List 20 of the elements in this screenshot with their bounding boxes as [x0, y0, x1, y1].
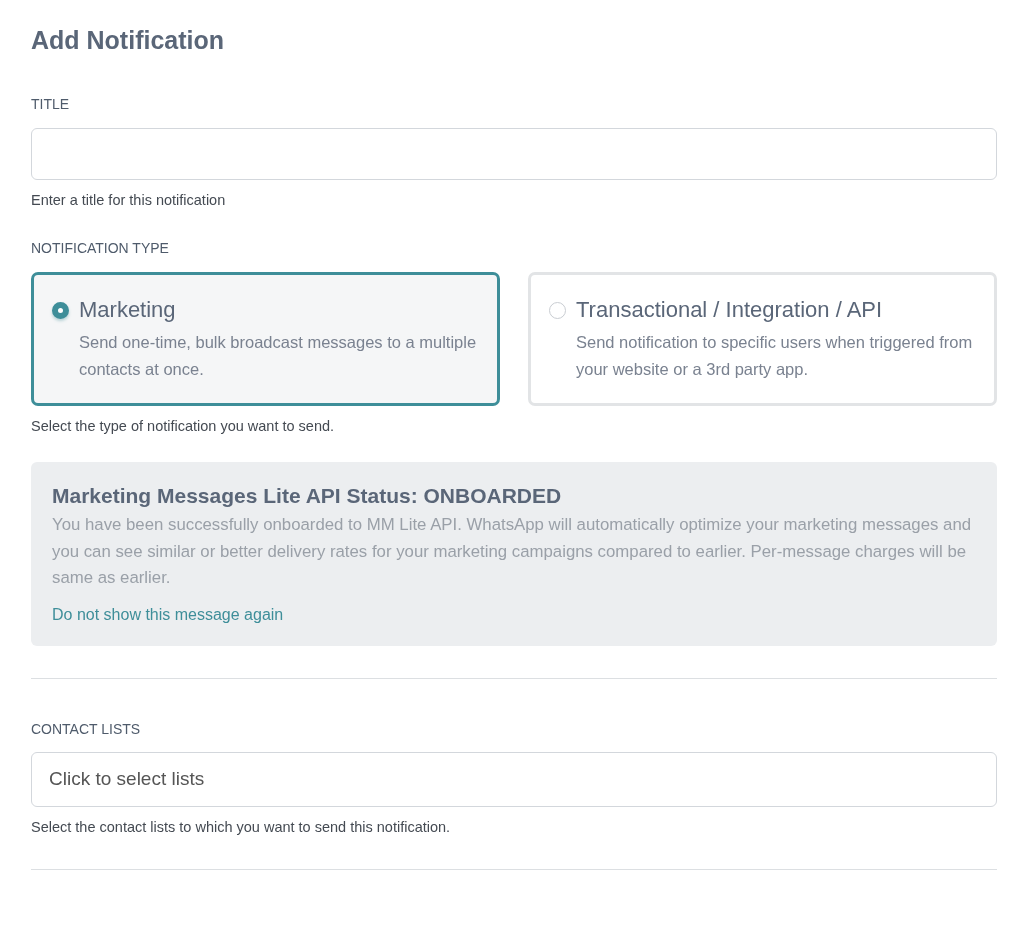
field-label: CONTACT LISTS — [31, 719, 142, 739]
notice-title: Marketing Messages Lite API Status: ONBOARDED — [52, 483, 563, 509]
radio-button[interactable] — [52, 301, 69, 319]
option-description: Send notification to specific users when triggered from your website or a 3rd party app. — [576, 332, 974, 380]
dismiss-link[interactable]: Do not show this message again — [52, 605, 284, 624]
option-title: Transactional / Integration / API — [576, 296, 883, 324]
notice-text: You have been successfully onboarded to MM Lite API. WhatsApp will automatically optimize your marketing messages and you can see similar or better delivery rates for your marketing campaigns compared to earlier. Per-message charges will be same as earlier. — [52, 514, 973, 589]
radio-button[interactable] — [549, 301, 566, 319]
field-label: TITLE — [31, 95, 71, 114]
notification-type-option[interactable]: Transactional / Integration / API Send notification to specific users when triggered from your website or a 3rd party app. — [528, 272, 997, 406]
page-title: Add Notification — [31, 25, 226, 56]
title-input-field[interactable] — [31, 128, 997, 180]
option-description: Send one-time, bulk broadcast messages to a multiple contacts at once. — [79, 332, 478, 380]
help-text: Select the contact lists to which you want to send this notification. — [31, 817, 452, 837]
field-label: NOTIFICATION TYPE — [31, 239, 170, 258]
contact-lists-select-field[interactable]: Click to select lists — [31, 751, 997, 807]
help-text: Select the type of notification you want to send. — [31, 417, 336, 436]
help-text: Enter a title for this notification — [31, 191, 227, 210]
option-title: Marketing — [79, 296, 176, 324]
notification-type-option[interactable]: Marketing Send one-time, bulk broadcast messages to a multiple contacts at once. — [31, 272, 500, 406]
